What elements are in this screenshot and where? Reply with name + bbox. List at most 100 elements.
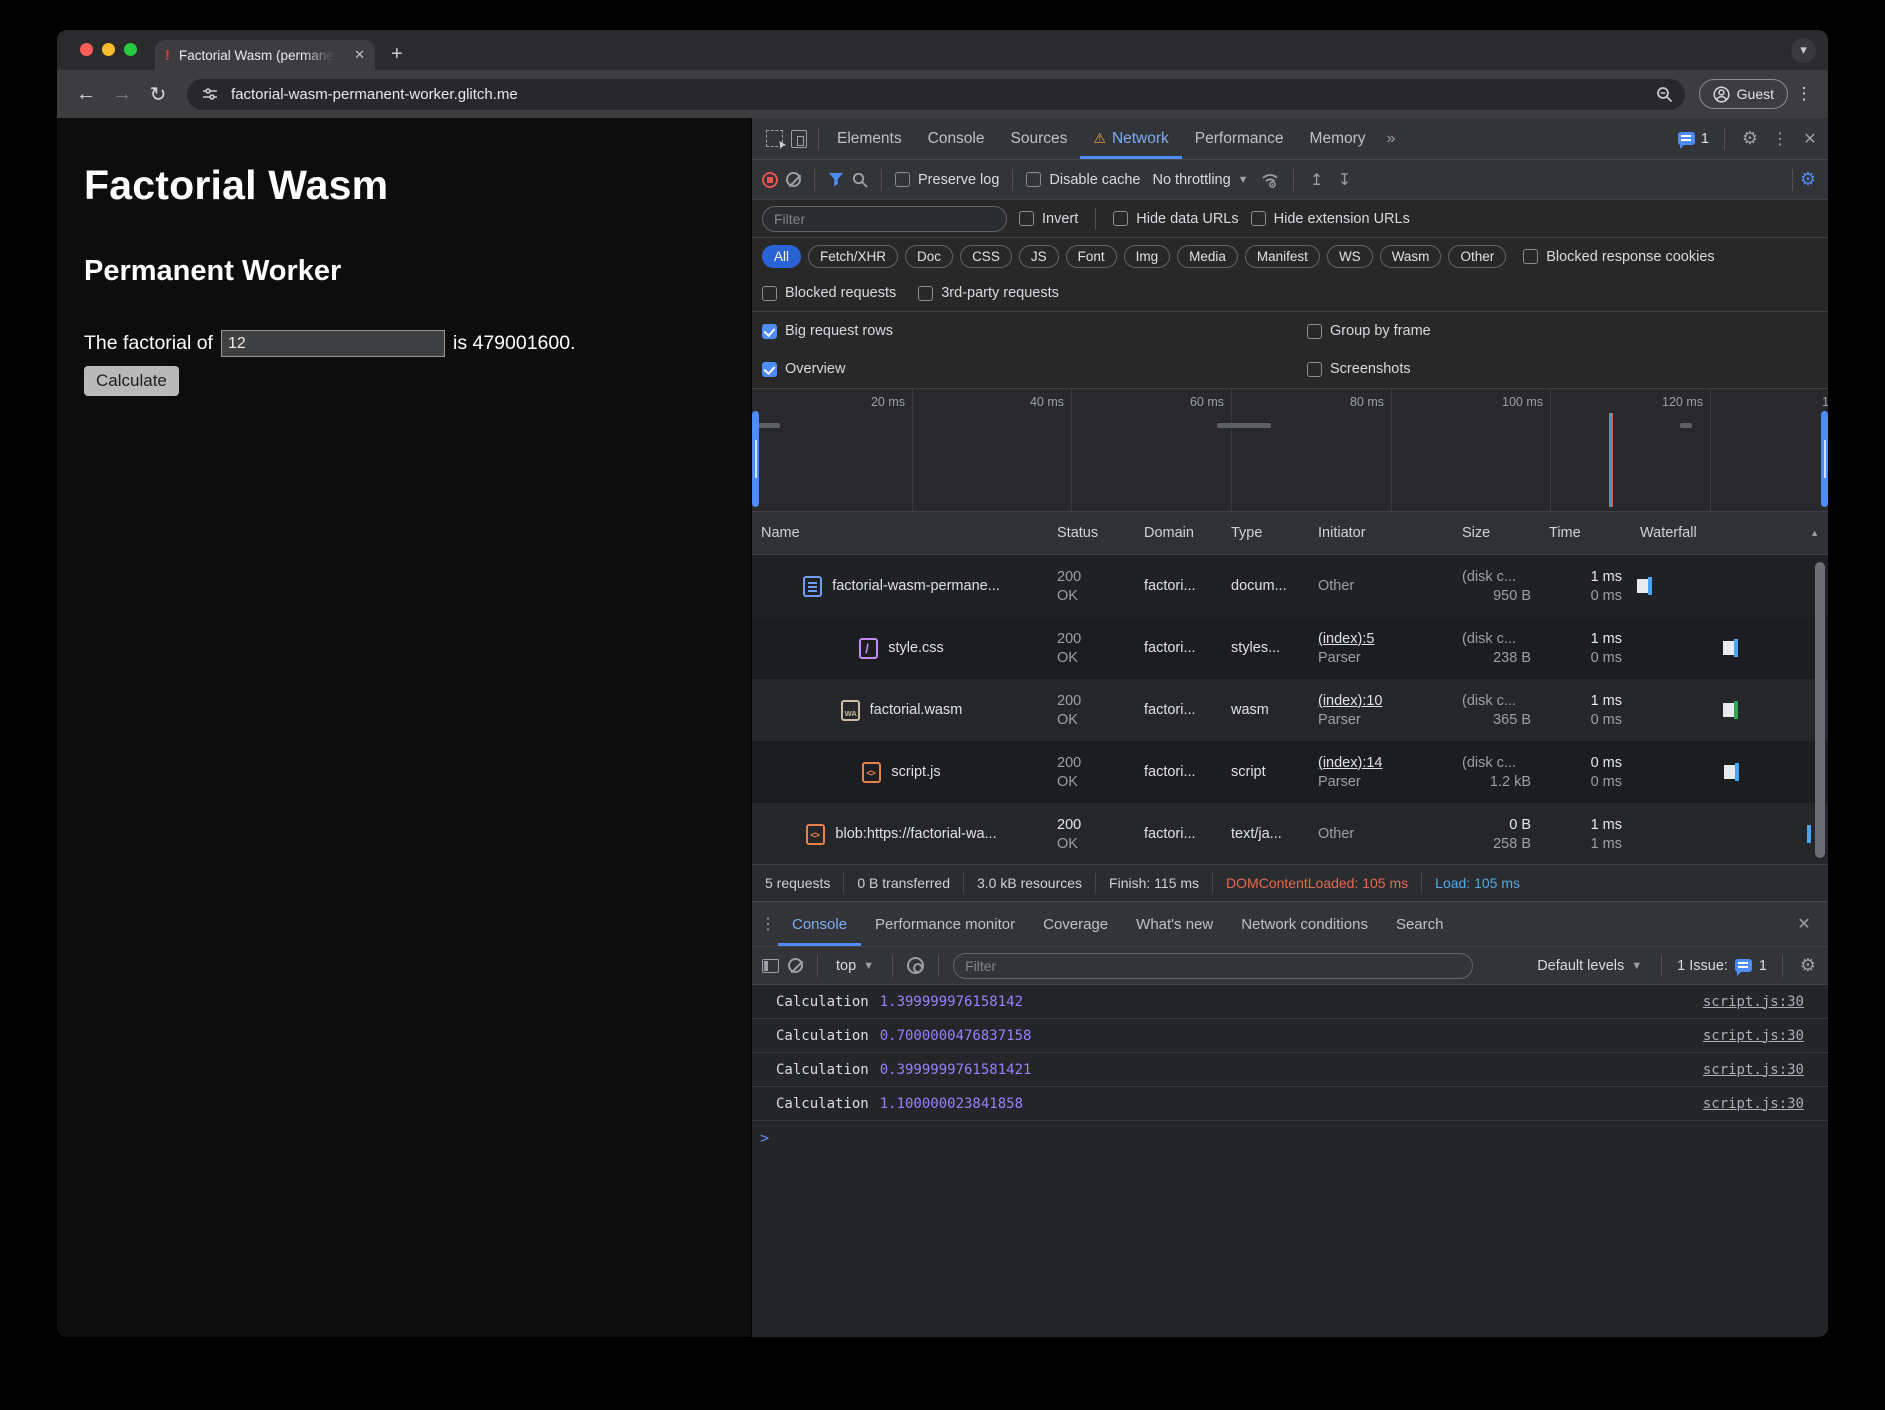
console-message[interactable]: Calculation 0.7000000476837158 script.js… <box>752 1019 1828 1053</box>
table-row[interactable]: blob:https://factorial-wa... 200OK facto… <box>752 803 1828 864</box>
invert-checkbox[interactable]: Invert <box>1019 211 1078 227</box>
profile-button[interactable]: Guest <box>1699 79 1788 109</box>
export-har-icon[interactable]: ↧ <box>1335 170 1355 190</box>
group-by-frame-checkbox[interactable]: Group by frame <box>1307 323 1818 339</box>
network-conditions-icon[interactable] <box>1261 172 1280 188</box>
table-row[interactable]: factorial.wasm 200OK factori... wasm (in… <box>752 679 1828 741</box>
reload-button[interactable]: ↻ <box>143 82 173 107</box>
forward-button[interactable]: → <box>107 83 137 106</box>
import-har-icon[interactable]: ↥ <box>1307 170 1327 190</box>
network-filter-input[interactable] <box>762 206 1007 232</box>
close-window-button[interactable] <box>80 43 93 56</box>
disable-cache-checkbox[interactable]: Disable cache <box>1026 172 1140 188</box>
screenshots-checkbox[interactable]: Screenshots <box>1307 361 1818 377</box>
clear-requests-button[interactable] <box>786 172 801 187</box>
chip-other[interactable]: Other <box>1448 245 1506 268</box>
preserve-log-checkbox[interactable]: Preserve log <box>895 172 999 188</box>
column-header-domain[interactable]: Domain <box>1135 512 1222 554</box>
column-header-name[interactable]: Name <box>752 512 1048 554</box>
column-header-status[interactable]: Status <box>1048 512 1135 554</box>
source-link[interactable]: script.js:30 <box>1703 994 1804 1010</box>
more-tabs-icon[interactable]: » <box>1379 130 1402 148</box>
column-header-size[interactable]: Size <box>1453 512 1540 554</box>
chip-manifest[interactable]: Manifest <box>1245 245 1320 268</box>
tab-sources[interactable]: Sources <box>998 118 1081 159</box>
device-toolbar-icon[interactable] <box>791 130 807 148</box>
devtools-close-icon[interactable]: ✕ <box>1800 129 1820 149</box>
console-settings-gear-icon[interactable]: ⚙ <box>1798 955 1818 976</box>
console-sidebar-icon[interactable] <box>762 959 779 973</box>
console-message[interactable]: Calculation 1.399999976158142 script.js:… <box>752 985 1828 1019</box>
back-button[interactable]: ← <box>71 83 101 106</box>
blocked-response-cookies-checkbox[interactable]: Blocked response cookies <box>1523 249 1714 265</box>
initiator-link[interactable]: (index):14 <box>1318 755 1444 771</box>
zoom-icon[interactable] <box>1656 86 1673 103</box>
url-text[interactable]: factorial-wasm-permanent-worker.glitch.m… <box>231 86 518 103</box>
chip-fetch-xhr[interactable]: Fetch/XHR <box>808 245 898 268</box>
context-dropdown[interactable]: top▼ <box>832 958 878 974</box>
initiator-link[interactable]: (index):10 <box>1318 693 1444 709</box>
clear-console-icon[interactable] <box>788 958 803 973</box>
chip-img[interactable]: Img <box>1124 245 1171 268</box>
chip-font[interactable]: Font <box>1066 245 1117 268</box>
tab-close-icon[interactable]: ✕ <box>354 47 365 63</box>
search-icon[interactable] <box>852 172 868 188</box>
console-message[interactable]: Calculation 0.3999999761581421 script.js… <box>752 1053 1828 1087</box>
column-header-waterfall[interactable]: Waterfall ▲ <box>1631 512 1828 554</box>
browser-tab[interactable]: ! Factorial Wasm (permanent W ✕ <box>155 40 375 70</box>
column-header-time[interactable]: Time <box>1540 512 1631 554</box>
table-scrollbar[interactable] <box>1815 562 1825 858</box>
console-prompt[interactable]: > <box>752 1121 1828 1155</box>
chip-media[interactable]: Media <box>1177 245 1238 268</box>
chip-wasm[interactable]: Wasm <box>1380 245 1442 268</box>
big-request-rows-checkbox[interactable]: Big request rows <box>762 323 1307 339</box>
drawer-tab-console[interactable]: Console <box>778 902 861 946</box>
live-expression-eye-icon[interactable] <box>907 957 924 974</box>
factorial-input[interactable] <box>221 330 445 357</box>
devtools-menu-icon[interactable]: ⋮ <box>1770 129 1790 149</box>
overview-right-handle[interactable] <box>1821 411 1828 507</box>
initiator-link[interactable]: (index):5 <box>1318 631 1444 647</box>
column-header-type[interactable]: Type <box>1222 512 1309 554</box>
tab-network[interactable]: ⚠ Network <box>1080 118 1181 159</box>
inspect-element-icon[interactable] <box>766 130 783 147</box>
console-filter-input[interactable] <box>953 953 1473 979</box>
third-party-requests-checkbox[interactable]: 3rd-party requests <box>918 285 1059 301</box>
minimize-window-button[interactable] <box>102 43 115 56</box>
drawer-tab-search[interactable]: Search <box>1382 902 1458 946</box>
overview-checkbox[interactable]: Overview <box>762 361 1307 377</box>
site-settings-icon[interactable] <box>199 83 221 105</box>
drawer-tab-performance-monitor[interactable]: Performance monitor <box>861 902 1029 946</box>
new-tab-button[interactable]: + <box>391 44 403 64</box>
settings-gear-icon[interactable]: ⚙ <box>1740 128 1760 149</box>
chip-css[interactable]: CSS <box>960 245 1012 268</box>
network-overview-timeline[interactable]: 20 ms 40 ms 60 ms 80 ms 100 ms 120 ms 14… <box>752 389 1828 512</box>
chip-ws[interactable]: WS <box>1327 245 1373 268</box>
hide-extension-urls-checkbox[interactable]: Hide extension URLs <box>1251 211 1410 227</box>
tab-memory[interactable]: Memory <box>1297 118 1379 159</box>
hide-data-urls-checkbox[interactable]: Hide data URLs <box>1113 211 1238 227</box>
chip-all[interactable]: All <box>762 245 801 268</box>
tab-console[interactable]: Console <box>915 118 998 159</box>
network-settings-gear-icon[interactable]: ⚙ <box>1798 169 1818 190</box>
drawer-menu-icon[interactable]: ⋮ <box>758 914 778 934</box>
drawer-close-icon[interactable]: ✕ <box>1794 914 1814 934</box>
chip-doc[interactable]: Doc <box>905 245 953 268</box>
drawer-tab-whats-new[interactable]: What's new <box>1122 902 1227 946</box>
drawer-tab-coverage[interactable]: Coverage <box>1029 902 1122 946</box>
table-row[interactable]: factorial-wasm-permane... 200OK factori.… <box>752 555 1828 617</box>
source-link[interactable]: script.js:30 <box>1703 1062 1804 1078</box>
address-bar[interactable]: factorial-wasm-permanent-worker.glitch.m… <box>187 79 1685 110</box>
console-message[interactable]: Calculation 1.100000023841858 script.js:… <box>752 1087 1828 1121</box>
blocked-requests-checkbox[interactable]: Blocked requests <box>762 285 896 301</box>
overview-left-handle[interactable] <box>752 411 759 507</box>
record-button[interactable] <box>762 172 778 188</box>
log-levels-dropdown[interactable]: Default levels▼ <box>1533 958 1646 974</box>
maximize-window-button[interactable] <box>124 43 137 56</box>
calculate-button[interactable]: Calculate <box>84 366 179 396</box>
browser-menu-icon[interactable]: ⋮ <box>1794 84 1814 104</box>
table-row[interactable]: style.css 200OK factori... styles... (in… <box>752 617 1828 679</box>
tab-search-button[interactable]: ▾ <box>1791 38 1816 63</box>
chip-js[interactable]: JS <box>1019 245 1059 268</box>
throttling-dropdown[interactable]: No throttling▼ <box>1148 172 1252 188</box>
